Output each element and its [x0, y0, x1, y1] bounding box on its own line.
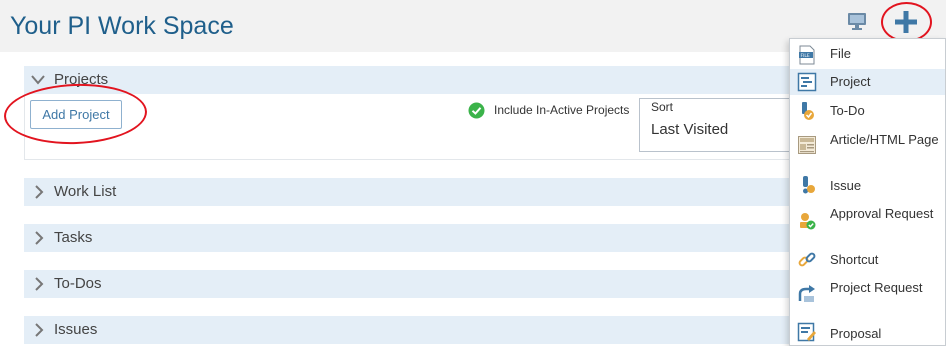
section-issues-header[interactable]: Issues: [24, 316, 804, 344]
file-icon: FILE: [799, 45, 815, 65]
include-inactive-label[interactable]: Include In-Active Projects: [494, 103, 629, 117]
menu-item-label: Project: [830, 74, 871, 89]
approval-icon: [800, 213, 816, 230]
project-request-icon: [798, 285, 815, 302]
sort-value: Last Visited: [651, 121, 729, 138]
menu-item-label: Project Request: [830, 280, 923, 295]
menu-item-project-request[interactable]: Project Request: [790, 275, 945, 319]
add-project-button[interactable]: Add Project: [30, 100, 122, 129]
menu-item-article[interactable]: Article/HTML Page: [790, 127, 945, 171]
shortcut-icon: [798, 252, 816, 267]
chevron-right-icon: [35, 277, 44, 291]
menu-item-label: Article/HTML Page: [830, 132, 939, 147]
section-label: To-Dos: [54, 275, 102, 292]
section-label: Work List: [54, 183, 117, 200]
menu-item-file[interactable]: FILE File: [790, 41, 945, 67]
section-projects-header[interactable]: Projects: [24, 66, 804, 94]
page-title: Your PI Work Space: [10, 12, 234, 40]
check-circle-icon[interactable]: [468, 102, 485, 119]
project-icon: [797, 72, 817, 92]
svg-text:FILE: FILE: [801, 53, 810, 59]
monitor-icon[interactable]: [847, 12, 867, 30]
proposal-icon: [797, 322, 816, 342]
menu-item-project[interactable]: Project: [790, 69, 945, 95]
section-label: Tasks: [54, 229, 93, 246]
section-projects-label: Projects: [54, 71, 109, 88]
section-todos-header[interactable]: To-Dos: [24, 270, 804, 298]
menu-item-label: To-Do: [830, 103, 865, 118]
menu-item-label: Issue: [830, 178, 862, 193]
section-tasks-header[interactable]: Tasks: [24, 224, 804, 252]
add-menu: FILE File Project To-Do Article/HTML Pag…: [789, 38, 946, 346]
issue-icon: [803, 176, 815, 194]
menu-item-label: File: [830, 46, 851, 61]
menu-item-approval[interactable]: Approval Request: [790, 201, 945, 245]
plus-icon[interactable]: [893, 9, 919, 35]
menu-item-todo[interactable]: To-Do: [790, 97, 945, 125]
sort-select[interactable]: Sort Last Visited: [639, 98, 799, 152]
section-work-list-header[interactable]: Work List: [24, 178, 804, 206]
chevron-right-icon: [35, 231, 44, 245]
sort-label: Sort: [651, 100, 674, 114]
todo-icon: [802, 102, 814, 120]
menu-item-issue[interactable]: Issue: [790, 173, 945, 199]
menu-item-label: Shortcut: [830, 252, 879, 267]
menu-item-label: Proposal: [830, 326, 882, 341]
article-icon: [798, 136, 816, 154]
chevron-right-icon: [35, 185, 44, 199]
menu-item-shortcut[interactable]: Shortcut: [790, 247, 945, 273]
chevron-down-icon: [31, 75, 45, 85]
menu-item-label: Approval Request: [830, 206, 934, 221]
menu-item-proposal[interactable]: Proposal: [790, 321, 945, 346]
chevron-right-icon: [35, 323, 44, 337]
section-label: Issues: [54, 321, 98, 338]
